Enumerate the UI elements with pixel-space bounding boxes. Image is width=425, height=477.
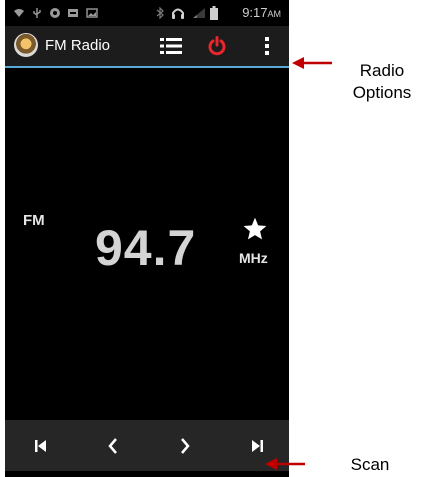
overflow-menu-button[interactable] bbox=[251, 30, 283, 62]
seek-back-icon bbox=[108, 438, 117, 454]
skip-previous-button[interactable] bbox=[27, 432, 55, 460]
phone-screen: 9:17AM FM Radio FM 94.7 MHz bbox=[5, 0, 289, 477]
control-bar bbox=[5, 420, 289, 471]
skip-previous-icon bbox=[35, 440, 46, 452]
status-clock: 9:17AM bbox=[242, 5, 281, 20]
radio-logo-icon[interactable] bbox=[14, 33, 38, 57]
power-icon bbox=[208, 36, 226, 56]
app-title: FM Radio bbox=[45, 37, 111, 54]
tuner-panel: FM 94.7 MHz bbox=[5, 68, 289, 420]
bluetooth-icon bbox=[155, 6, 165, 20]
scan-arrow bbox=[265, 458, 305, 470]
star-icon bbox=[243, 217, 267, 240]
wifi-icon bbox=[13, 6, 25, 20]
seek-forward-button[interactable] bbox=[171, 432, 199, 460]
battery-icon bbox=[210, 6, 218, 20]
usb-icon bbox=[32, 6, 42, 20]
status-bar: 9:17AM bbox=[5, 0, 289, 26]
action-bar: FM Radio bbox=[5, 26, 289, 68]
overflow-menu-icon bbox=[265, 37, 269, 55]
clock-ampm: AM bbox=[267, 9, 282, 19]
radio-options-line1: Radio bbox=[359, 61, 405, 80]
clock-time: 9:17 bbox=[242, 5, 268, 20]
seek-forward-icon bbox=[181, 438, 190, 454]
frequency-unit: MHz bbox=[239, 250, 268, 266]
skip-next-button[interactable] bbox=[243, 432, 271, 460]
frequency-display: 94.7 bbox=[95, 220, 197, 276]
radio-options-line2: Options bbox=[352, 83, 412, 102]
sync-icon bbox=[49, 6, 61, 20]
scan-label: Scan bbox=[350, 455, 390, 474]
list-icon bbox=[160, 38, 182, 54]
radio-options-label: Radio Options bbox=[342, 60, 422, 104]
signal-icon bbox=[192, 6, 206, 20]
radio-options-arrow bbox=[292, 57, 332, 69]
station-list-button[interactable] bbox=[155, 30, 187, 62]
power-button[interactable] bbox=[201, 30, 233, 62]
notification-icon bbox=[67, 6, 79, 20]
seek-back-button[interactable] bbox=[99, 432, 127, 460]
headset-icon bbox=[171, 6, 185, 20]
favorite-button[interactable] bbox=[242, 216, 268, 242]
band-label: FM bbox=[23, 212, 45, 229]
skip-next-icon bbox=[252, 440, 263, 452]
image-icon bbox=[86, 6, 98, 20]
